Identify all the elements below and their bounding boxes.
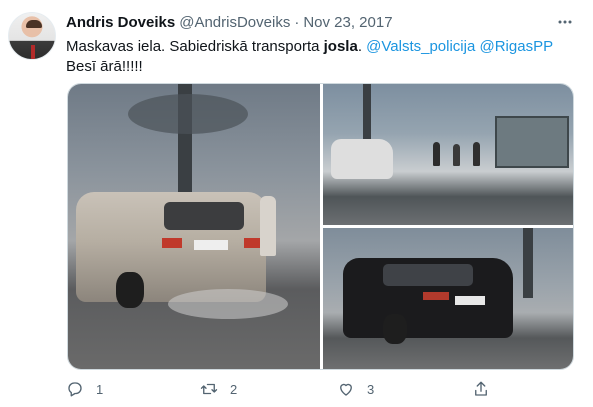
avatar[interactable]: [8, 12, 56, 60]
retweet-button[interactable]: 2: [200, 378, 237, 400]
like-button[interactable]: 3: [337, 378, 374, 400]
tweet-text-part: Maskavas iela. Sabiedriskā transporta: [66, 38, 324, 55]
retweet-count: 2: [230, 381, 238, 397]
pedestrian: [433, 142, 440, 166]
wheel: [383, 314, 407, 344]
tweet-header: Andris Doveiks @AndrisDoveiks · Nov 23, 201…: [66, 14, 583, 34]
pedestrian: [453, 144, 460, 166]
bus-shelter: [495, 116, 569, 168]
media-grid: [67, 83, 574, 370]
reply-button[interactable]: 1: [66, 378, 103, 400]
wheel: [116, 272, 144, 308]
photo-2[interactable]: [323, 84, 573, 225]
tweet-date[interactable]: Nov 23, 2017: [303, 14, 392, 31]
license-plate: [455, 296, 485, 305]
car-window: [383, 264, 473, 286]
photo-3[interactable]: [323, 228, 573, 369]
heart-icon: [340, 383, 352, 396]
tail-light: [423, 292, 449, 300]
share-button[interactable]: [472, 378, 502, 400]
photo-1[interactable]: [68, 84, 320, 369]
share-icon: [475, 381, 487, 396]
more-horizontal-icon[interactable]: [557, 14, 573, 30]
reply-count: 1: [96, 381, 104, 397]
author-handle[interactable]: @AndrisDoveiks: [179, 14, 290, 31]
tweet-text-part: Besī ārā!!!!!: [66, 58, 143, 75]
tail-light: [162, 238, 182, 248]
license-plate: [194, 240, 228, 250]
tweet-text-part: .: [357, 38, 367, 55]
tweet-actions: 1 2 3: [66, 378, 566, 400]
tweet-text-bold: josla: [323, 38, 358, 55]
mention-rigaspp[interactable]: @RigasPP: [480, 38, 553, 55]
header-separator: ·: [294, 14, 300, 31]
white-car: [331, 139, 393, 179]
tree-trunk: [523, 228, 533, 298]
pedestrian: [473, 142, 480, 166]
retweet-icon: [200, 383, 218, 395]
author-name[interactable]: Andris Doveiks: [66, 14, 175, 31]
exhaust-smoke: [168, 289, 288, 319]
pedestrian: [260, 196, 276, 256]
tweet-text: Maskavas iela. Sabiedriskā transporta jo…: [66, 37, 566, 77]
mention-valsts-policija[interactable]: @Valsts_policija: [366, 38, 475, 55]
tweet[interactable]: Andris Doveiks @AndrisDoveiks · Nov 23, 201…: [0, 0, 593, 407]
tree-trunk: [363, 84, 371, 144]
like-count: 3: [367, 381, 375, 397]
silver-suv: [76, 192, 266, 308]
black-suv: [343, 258, 513, 344]
car-window: [164, 202, 244, 230]
avatar-hair: [26, 20, 42, 28]
tree-canopy: [128, 94, 248, 134]
reply-icon: [68, 382, 82, 397]
avatar-tie: [31, 45, 35, 59]
